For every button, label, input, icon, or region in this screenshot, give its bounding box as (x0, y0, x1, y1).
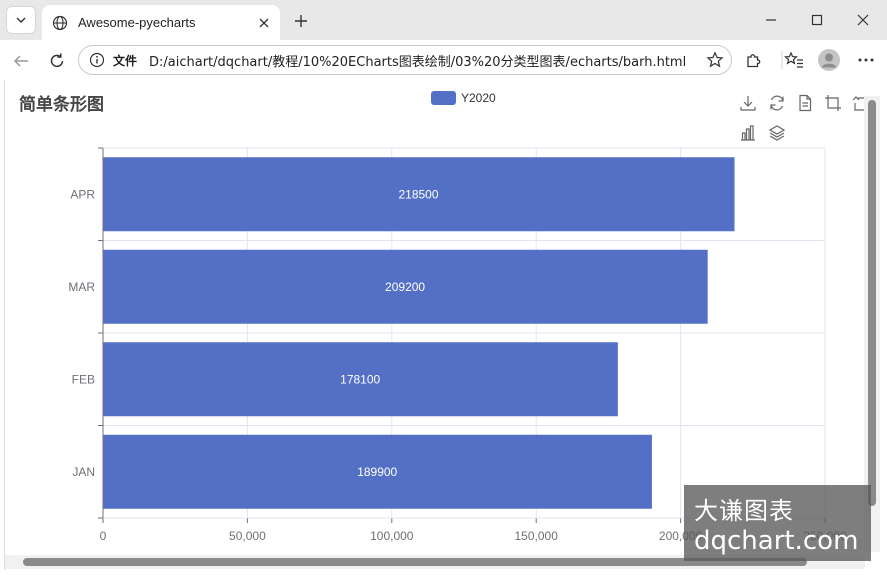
watermark-line2: dqchart.com (694, 525, 859, 556)
settings-menu-button[interactable] (854, 48, 878, 72)
address-bar[interactable]: 文件 D:/aichart/dqchart/教程/10%20ECharts图表绘… (78, 45, 732, 75)
bar-data-label: 209200 (385, 280, 425, 294)
globe-icon (52, 15, 68, 30)
plus-icon (295, 15, 307, 27)
data-view-icon (799, 94, 812, 112)
reload-icon (50, 53, 64, 68)
profile-button[interactable] (817, 48, 841, 72)
bar-type-tool[interactable] (738, 123, 758, 143)
restore-tool[interactable] (767, 93, 787, 113)
watermark-line1: 大谦图表 (694, 496, 794, 525)
tab-title: Awesome-pyecharts (78, 15, 196, 30)
close-icon (857, 14, 869, 26)
avatar-icon (818, 49, 840, 71)
more-icon (858, 58, 874, 62)
url-text[interactable]: D:/aichart/dqchart/教程/10%20ECharts图表绘制/0… (149, 51, 709, 70)
window-close-button[interactable] (850, 8, 876, 32)
address-file-label: 文件 (113, 53, 138, 68)
y-category-label: JAN (72, 465, 95, 479)
download-icon (740, 96, 756, 111)
new-tab-button[interactable] (290, 10, 312, 32)
data-zoom-tool[interactable] (823, 93, 843, 113)
chevron-down-icon (16, 17, 26, 23)
stack-type-tool[interactable] (767, 123, 787, 143)
browser-tab[interactable]: Awesome-pyecharts (42, 5, 280, 40)
y-category-label: APR (70, 187, 95, 201)
x-tick-label: 0 (100, 529, 107, 543)
favorites-button[interactable] (782, 48, 806, 72)
back-button[interactable] (8, 48, 34, 74)
bar-chart: 050,000100,000150,000200,000250,00018990… (68, 147, 847, 543)
reload-button[interactable] (44, 48, 70, 74)
tab-close-button[interactable] (254, 13, 274, 33)
minimize-button[interactable] (758, 8, 784, 32)
y-category-label: MAR (68, 280, 95, 294)
zoom-icon (825, 95, 841, 111)
close-icon (259, 18, 269, 27)
save-image-tool[interactable] (738, 93, 758, 113)
x-tick-label: 150,000 (515, 529, 559, 543)
tab-bar: Awesome-pyecharts (0, 0, 887, 40)
maximize-icon (811, 14, 823, 26)
bar-data-label: 218500 (398, 187, 438, 201)
bar-data-label: 178100 (340, 372, 380, 386)
arrow-left-icon (13, 55, 28, 67)
info-icon (89, 52, 105, 68)
puzzle-icon (747, 54, 761, 68)
chart-title: 简单条形图 (19, 95, 104, 115)
legend-label: Y2020 (461, 91, 496, 105)
legend-swatch (431, 91, 456, 105)
bar-chart-icon (741, 125, 755, 141)
stack-icon (768, 125, 786, 141)
bar-data-label: 189900 (357, 465, 397, 479)
favorite-button[interactable] (705, 50, 725, 70)
y-category-label: FEB (72, 372, 95, 386)
watermark: 大谦图表 dqchart.com (684, 485, 871, 561)
minimize-icon (766, 19, 776, 21)
favorites-icon (784, 51, 803, 68)
data-view-tool[interactable] (795, 93, 815, 113)
refresh-icon (770, 95, 784, 111)
vertical-scroll-thumb[interactable] (868, 100, 876, 506)
extensions-button[interactable] (742, 48, 766, 72)
tab-dropdown-button[interactable] (6, 6, 36, 34)
vertical-scrollbar[interactable] (864, 96, 880, 552)
maximize-button[interactable] (804, 8, 830, 32)
x-tick-label: 100,000 (370, 529, 414, 543)
x-tick-label: 50,000 (229, 529, 266, 543)
star-icon (706, 51, 724, 68)
chart-legend[interactable]: Y2020 (431, 91, 496, 105)
